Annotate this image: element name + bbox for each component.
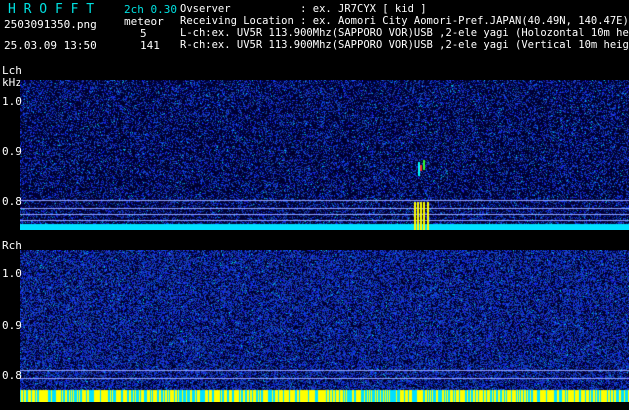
lch-label: Lch [2,64,22,77]
count-l: 5 [140,27,147,40]
location-line: Receiving Location : ex. Aomori City Aom… [180,15,629,27]
count-r: 141 [140,39,160,52]
rch-y-tick-1-0: 1.0 [2,267,22,280]
rch-y-tick-0-8: 0.8 [2,369,22,382]
mode-label: 2ch 0.30 [124,3,177,16]
filename-label: 2503091350.png [4,18,97,31]
rch-label: Rch [2,239,22,252]
timestamp-label: 25.03.09 13:50 [4,39,97,52]
lch-y-tick-1-0: 1.0 [2,95,22,108]
rch-y-tick-0-9: 0.9 [2,319,22,332]
type-label: meteor [124,15,164,28]
app-title: H R O F F T [8,2,95,17]
lch-config-line: L-ch:ex. UV5R 113.900Mhz(SAPPORO VOR)USB… [180,28,629,39]
rch-config-line: R-ch:ex. UV5R 113.900Mhz(SAPPORO VOR)USB… [180,40,629,51]
lch-y-tick-0-8: 0.8 [2,195,22,208]
rch-spectrogram [20,250,629,402]
lch-unit-label: kHz [2,76,22,89]
lch-spectrogram [20,80,629,230]
observer-line: Ovserver : ex. JR7CYX [ kid ] [180,3,427,15]
lch-y-tick-0-9: 0.9 [2,145,22,158]
